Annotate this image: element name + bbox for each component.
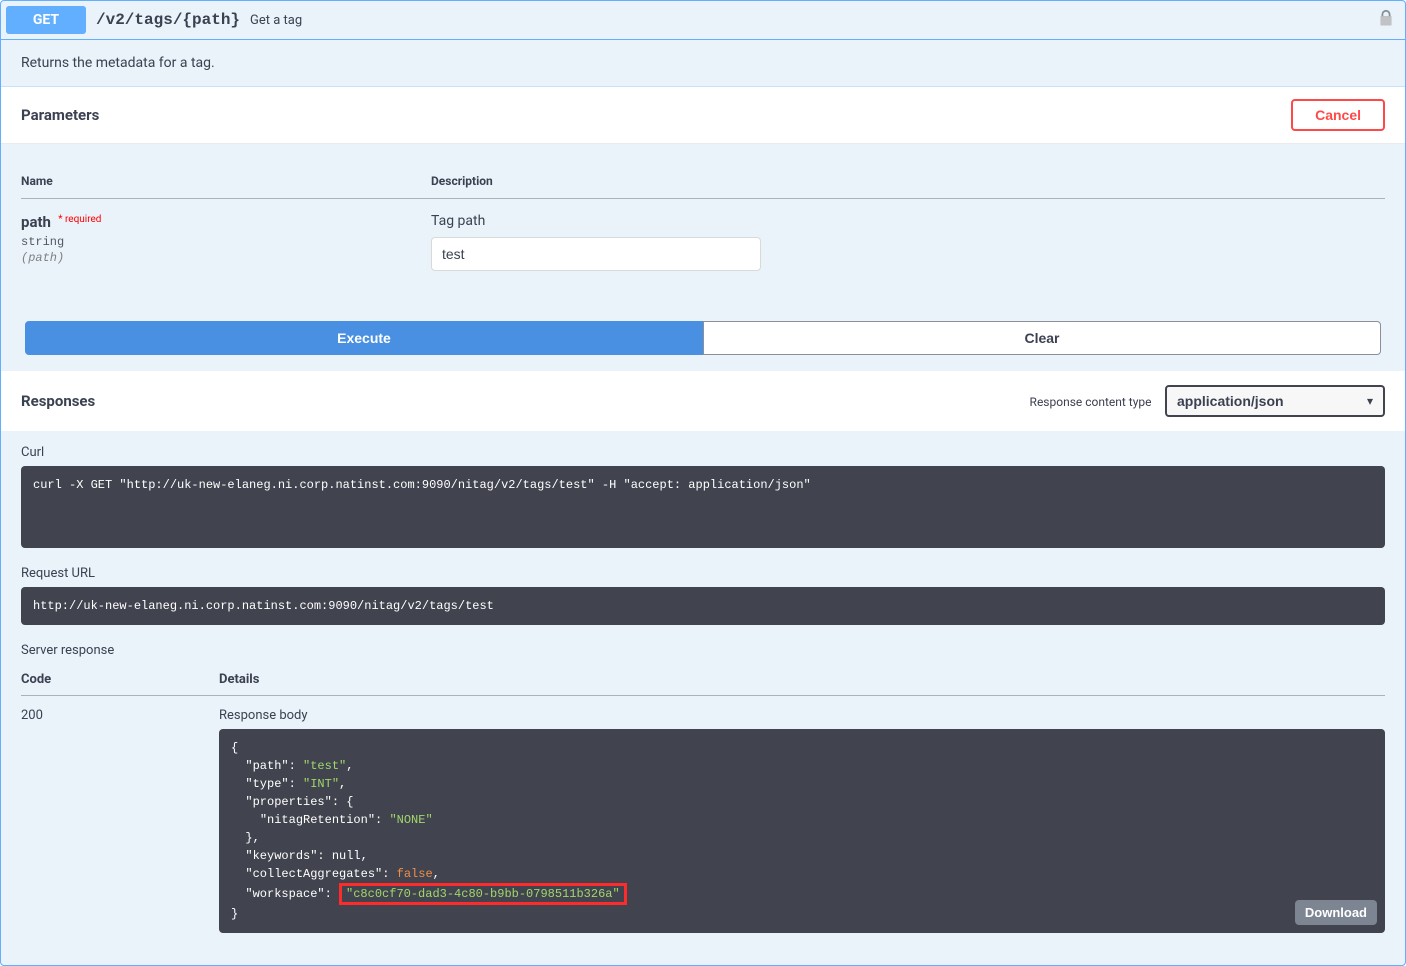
- responses-title: Responses: [21, 392, 95, 410]
- lock-icon[interactable]: [1377, 9, 1395, 31]
- cancel-button[interactable]: Cancel: [1291, 99, 1385, 131]
- content-type-label: Response content type: [1030, 395, 1152, 409]
- request-url[interactable]: http://uk-new-elaneg.ni.corp.natinst.com…: [21, 587, 1385, 625]
- curl-command[interactable]: curl -X GET "http://uk-new-elaneg.ni.cor…: [21, 466, 1385, 548]
- response-body[interactable]: { "path": "test", "type": "INT", "proper…: [219, 729, 1385, 933]
- parameters-table: Name Description path * required string …: [21, 164, 1385, 281]
- parameters-header: Parameters Cancel: [1, 87, 1405, 144]
- curl-block: Curl curl -X GET "http://uk-new-elaneg.n…: [21, 445, 1385, 548]
- details-header: Details: [219, 664, 1385, 696]
- param-description: Tag path: [431, 213, 1385, 229]
- request-url-block: Request URL http://uk-new-elaneg.ni.corp…: [21, 566, 1385, 625]
- response-body-wrap: { "path": "test", "type": "INT", "proper…: [219, 729, 1385, 933]
- parameters-title: Parameters: [21, 106, 99, 124]
- execute-button[interactable]: Execute: [25, 321, 703, 355]
- response-row: 200 Response body { "path": "test", "typ…: [21, 696, 1385, 946]
- param-name: path: [21, 213, 51, 231]
- download-button[interactable]: Download: [1295, 900, 1377, 925]
- server-response-label: Server response: [21, 643, 1385, 658]
- param-row: path * required string (path) Tag path: [21, 199, 1385, 282]
- operation-summary-text: Get a tag: [250, 13, 302, 28]
- operation-path: /v2/tags/{path}: [96, 11, 240, 29]
- operation-summary[interactable]: GET /v2/tags/{path} Get a tag: [1, 1, 1405, 40]
- http-method-badge: GET: [6, 6, 86, 34]
- clear-button[interactable]: Clear: [703, 321, 1381, 355]
- responses-header: Responses Response content type applicat…: [1, 371, 1405, 431]
- action-buttons: Execute Clear: [1, 301, 1405, 371]
- operation-description: Returns the metadata for a tag.: [1, 40, 1405, 87]
- param-in: (path): [21, 251, 431, 265]
- col-name-header: Name: [21, 164, 431, 199]
- response-body-label: Response body: [219, 708, 1385, 723]
- param-input[interactable]: [431, 237, 761, 271]
- content-type-select[interactable]: application/json: [1165, 385, 1385, 417]
- responses-body: Curl curl -X GET "http://uk-new-elaneg.n…: [1, 431, 1405, 965]
- param-type: string: [21, 235, 431, 249]
- request-url-label: Request URL: [21, 566, 1385, 581]
- content-type-select-wrap: application/json: [1165, 385, 1385, 417]
- curl-label: Curl: [21, 445, 1385, 460]
- operation-block: GET /v2/tags/{path} Get a tag Returns th…: [0, 0, 1406, 966]
- code-header: Code: [21, 664, 219, 696]
- required-label: * required: [58, 214, 101, 225]
- parameters-table-wrap: Name Description path * required string …: [1, 144, 1405, 301]
- response-code: 200: [21, 696, 219, 946]
- response-table: Code Details 200 Response body { "path":…: [21, 664, 1385, 945]
- col-desc-header: Description: [431, 164, 1385, 199]
